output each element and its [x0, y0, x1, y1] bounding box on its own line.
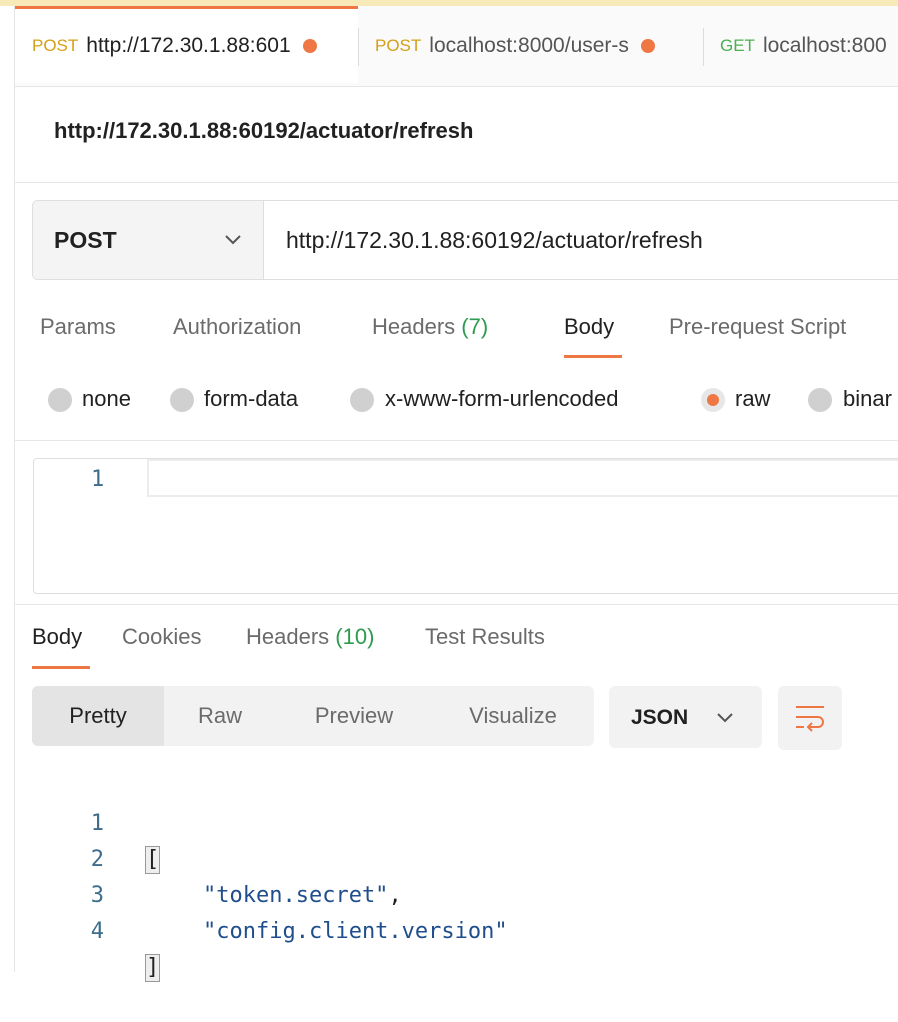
json-comma: , [388, 883, 402, 908]
view-pretty-button[interactable]: Pretty [32, 686, 164, 746]
view-preview-button[interactable]: Preview [294, 686, 414, 746]
radio-label-raw: raw [735, 386, 771, 411]
unsaved-dot-icon [302, 39, 317, 53]
active-response-tab-underline [32, 666, 90, 669]
request-name[interactable]: http://172.30.1.88:60192/actuator/refres… [54, 118, 473, 144]
tab-authorization[interactable]: Authorization [173, 314, 301, 340]
response-headers-count: (10) [335, 624, 375, 649]
headers-count: (7) [461, 314, 489, 339]
code-line: 4 ] [0, 878, 161, 982]
view-visualize-button[interactable]: Visualize [450, 686, 576, 746]
request-body-editor[interactable]: 1 [33, 458, 898, 594]
line-number: 4 [90, 919, 104, 944]
divider [15, 440, 898, 441]
tab-method-label: POST [32, 36, 79, 55]
view-mode-selector: Pretty Raw Preview Visualize [32, 686, 594, 746]
unsaved-dot-icon [640, 39, 655, 53]
tab-pre-request-script[interactable]: Pre-request Script [669, 314, 846, 340]
method-label: POST [54, 227, 117, 253]
tab-method-label: POST [375, 36, 422, 55]
tab-headers[interactable]: Headers (7) [372, 314, 488, 340]
response-headers-label: Headers [246, 624, 330, 649]
url-input[interactable]: http://172.30.1.88:60192/actuator/refres… [286, 227, 703, 254]
code-line: 3 "config.client.version" [0, 842, 508, 944]
wrap-lines-icon [796, 706, 824, 732]
request-tab-1[interactable]: POST http://172.30.1.88:601 [15, 6, 358, 83]
response-tab-test-results[interactable]: Test Results [425, 624, 545, 650]
json-string: "token.secret" [203, 883, 389, 908]
response-tab-cookies[interactable]: Cookies [122, 624, 201, 650]
divider [15, 182, 898, 183]
radio-binary[interactable] [808, 388, 832, 412]
code-text: [ [145, 842, 161, 878]
radio-urlencoded[interactable] [350, 388, 374, 412]
tab-url-label: localhost:8000/user-s [429, 34, 629, 57]
method-select[interactable]: POST [33, 201, 264, 279]
radio-label-urlencoded: x-www-form-urlencoded [385, 386, 619, 411]
radio-none[interactable] [48, 388, 72, 412]
radio-raw[interactable] [701, 388, 725, 412]
url-bar: POST http://172.30.1.88:60192/actuator/r… [32, 200, 898, 280]
code-text: "token.secret", [203, 878, 402, 914]
radio-label-none: none [82, 386, 131, 411]
code-text: "config.client.version" [203, 914, 508, 950]
code-line: 2 "token.secret", [0, 806, 402, 908]
radio-form-data[interactable] [170, 388, 194, 412]
current-line-highlight [147, 459, 898, 497]
chevron-down-icon [225, 235, 241, 245]
tab-params[interactable]: Params [40, 314, 116, 340]
tab-headers-label: Headers [372, 314, 456, 339]
code-line: 1 [ [0, 770, 161, 874]
tab-method-label: GET [720, 36, 755, 55]
json-string: "config.client.version" [203, 919, 508, 944]
tab-url-label: http://172.30.1.88:601 [86, 34, 291, 57]
request-tab-bar: POST http://172.30.1.88:601 POST localho… [15, 6, 898, 87]
request-tab-3[interactable]: GET localhost:800 [704, 6, 898, 86]
code-text: ] [145, 950, 161, 986]
divider [15, 604, 898, 605]
view-raw-button[interactable]: Raw [180, 686, 260, 746]
request-tab-2[interactable]: POST localhost:8000/user-s [359, 6, 694, 86]
radio-label-form-data: form-data [204, 386, 299, 411]
language-label: JSON [631, 706, 689, 729]
active-tab-underline [564, 355, 622, 358]
response-tab-headers[interactable]: Headers (10) [246, 624, 374, 650]
tab-url-label: localhost:800 [762, 34, 887, 57]
wrap-lines-button[interactable] [778, 686, 842, 750]
matched-bracket: [ [145, 846, 161, 874]
line-number: 1 [91, 467, 105, 492]
language-select[interactable]: JSON [609, 686, 762, 748]
radio-label-binary: binar [843, 386, 892, 411]
response-tab-body[interactable]: Body [32, 624, 82, 650]
tab-body[interactable]: Body [564, 314, 614, 340]
chevron-down-icon [717, 713, 733, 723]
matched-bracket: ] [145, 954, 161, 982]
